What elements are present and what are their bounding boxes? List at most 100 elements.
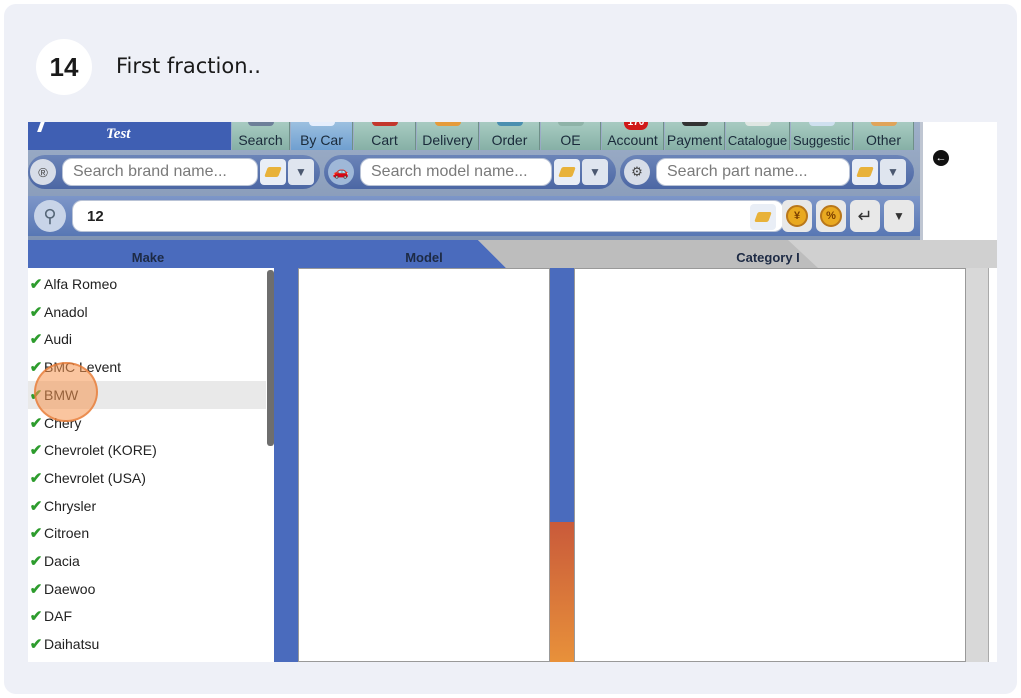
yen-coin-icon: ¥ [786,205,808,227]
make-list-item[interactable]: ✔ Chevrolet (KORE) [28,436,266,464]
delivery-tab-icon [435,122,461,126]
make-label: DAF [44,608,72,625]
main-clear-brush-icon[interactable] [750,204,776,230]
brand-clear-brush-icon[interactable] [260,159,286,185]
part-search-field[interactable] [656,158,850,186]
check-icon: ✔ [29,636,43,654]
catalogue-tab-icon [745,122,771,126]
tab-label: By Car [300,132,343,148]
part-icon: ⚙ [624,159,650,185]
check-icon: ✔ [29,276,43,293]
brand-search-field[interactable] [62,158,258,186]
account-badge: 170 [624,122,648,130]
part-search-input[interactable] [665,162,849,182]
check-icon: ✔ [29,580,43,598]
tab-cart[interactable]: Cart [354,122,416,150]
make-list-item[interactable]: ✔ Chrysler [28,492,266,520]
make-label: Daihatsu [44,636,100,653]
tab-by-car[interactable]: By Car [291,122,353,150]
part-clear-brush-icon[interactable] [852,159,878,185]
column-header-model: Model [405,249,443,265]
tab-catalogue[interactable]: Catalogue [726,122,790,150]
make-list-item[interactable]: ✔ Daewoo [28,575,266,603]
car-icon: 🚗 [328,159,354,185]
tab-label: Account [607,132,658,148]
tab-label: Other [865,132,901,148]
make-list-item[interactable]: ✔ Alfa Romeo [28,270,266,298]
make-list-item[interactable]: ✔ Dacia [28,547,266,575]
part-search-group: ⚙ ▼ [620,155,914,189]
tab-oe[interactable]: OE [541,122,601,150]
check-icon: ✔ [29,303,43,321]
tab-label: Payment [666,132,723,148]
make-label: Chevrolet (USA) [44,469,146,486]
app-screenshot: Test Search By Car Cart Delivery Order O… [28,122,997,662]
brand-search-input[interactable] [71,162,257,182]
make-list-item[interactable]: ✔ Audi [28,325,266,353]
main-dropdown-button[interactable]: ▼ [884,200,914,232]
tab-suggestion[interactable]: Suggestic [791,122,853,150]
make-label: Chrysler [44,497,97,514]
back-arrow-icon[interactable]: ← [933,150,949,166]
check-icon: ✔ [29,414,43,432]
brand-dropdown-icon[interactable]: ▼ [288,159,314,185]
make-label: Alfa Romeo [44,276,118,292]
make-list-item[interactable]: ✔ Daihatsu [28,630,266,658]
make-label: Citroen [44,525,90,542]
make-list-item[interactable]: ✔ DAF [28,602,266,630]
brand-name: Test [106,126,131,142]
tab-delivery[interactable]: Delivery [417,122,479,150]
enter-icon: ↵ [857,205,873,226]
brand-logo-icon: ® [30,159,56,185]
check-icon: ✔ [29,553,43,570]
other-tab-icon [871,122,897,126]
tab-account[interactable]: 170 Account [602,122,664,150]
make-label: Daewoo [44,580,96,597]
cart-tab-icon [372,122,398,126]
tab-label: Cart [371,132,398,148]
model-clear-brush-icon[interactable] [554,159,580,185]
order-tab-icon [497,122,523,126]
tab-label: Order [491,132,528,148]
tab-search[interactable]: Search [232,122,290,150]
make-label: Audi [44,331,73,348]
tab-other[interactable]: Other [854,122,914,150]
main-search-input[interactable] [85,206,783,226]
column-header-make: Make [131,249,165,265]
brand-search-group: ® ▼ [28,155,320,189]
model-list-panel [298,268,550,662]
make-list-item[interactable]: ✔ Anadol [28,298,266,326]
part-dropdown-icon[interactable]: ▼ [880,159,906,185]
model-search-input[interactable] [369,162,551,182]
model-dropdown-icon[interactable]: ▼ [582,159,608,185]
next-panel-edge [988,268,997,662]
tab-label: OE [560,132,581,148]
brand-logo-icon [37,122,57,132]
tab-payment[interactable]: Payment [665,122,725,150]
make-list-scrollbar[interactable] [267,270,274,446]
model-search-field[interactable] [360,158,552,186]
step-description: First fraction.. [116,54,261,78]
percent-coin-icon: % [820,205,842,227]
oe-tab-icon [558,122,584,126]
suggestion-tab-icon [809,122,835,126]
payment-tab-icon [682,122,708,126]
enter-button[interactable]: ↵ [850,200,880,232]
side-panel: ← [920,122,997,240]
discount-button[interactable]: % [816,200,846,232]
tab-label: Catalogue [727,133,788,148]
make-list-item[interactable]: ✔ Citroen [28,519,266,547]
dropdown-icon: ▼ [893,209,905,223]
car-tab-icon [309,122,335,126]
magnifier-icon[interactable]: ⚲ [34,200,66,232]
click-indicator [34,362,98,422]
check-icon: ✔ [29,525,43,543]
search-tab-icon [248,122,274,126]
category-list-panel [574,268,966,662]
main-search-field[interactable] [72,200,784,232]
make-label: Dacia [44,553,80,569]
yen-coin-button[interactable]: ¥ [782,200,812,232]
make-list-item[interactable]: ✔ Chevrolet (USA) [28,464,266,492]
tab-order[interactable]: Order [480,122,540,150]
tab-label: Search [238,132,283,148]
